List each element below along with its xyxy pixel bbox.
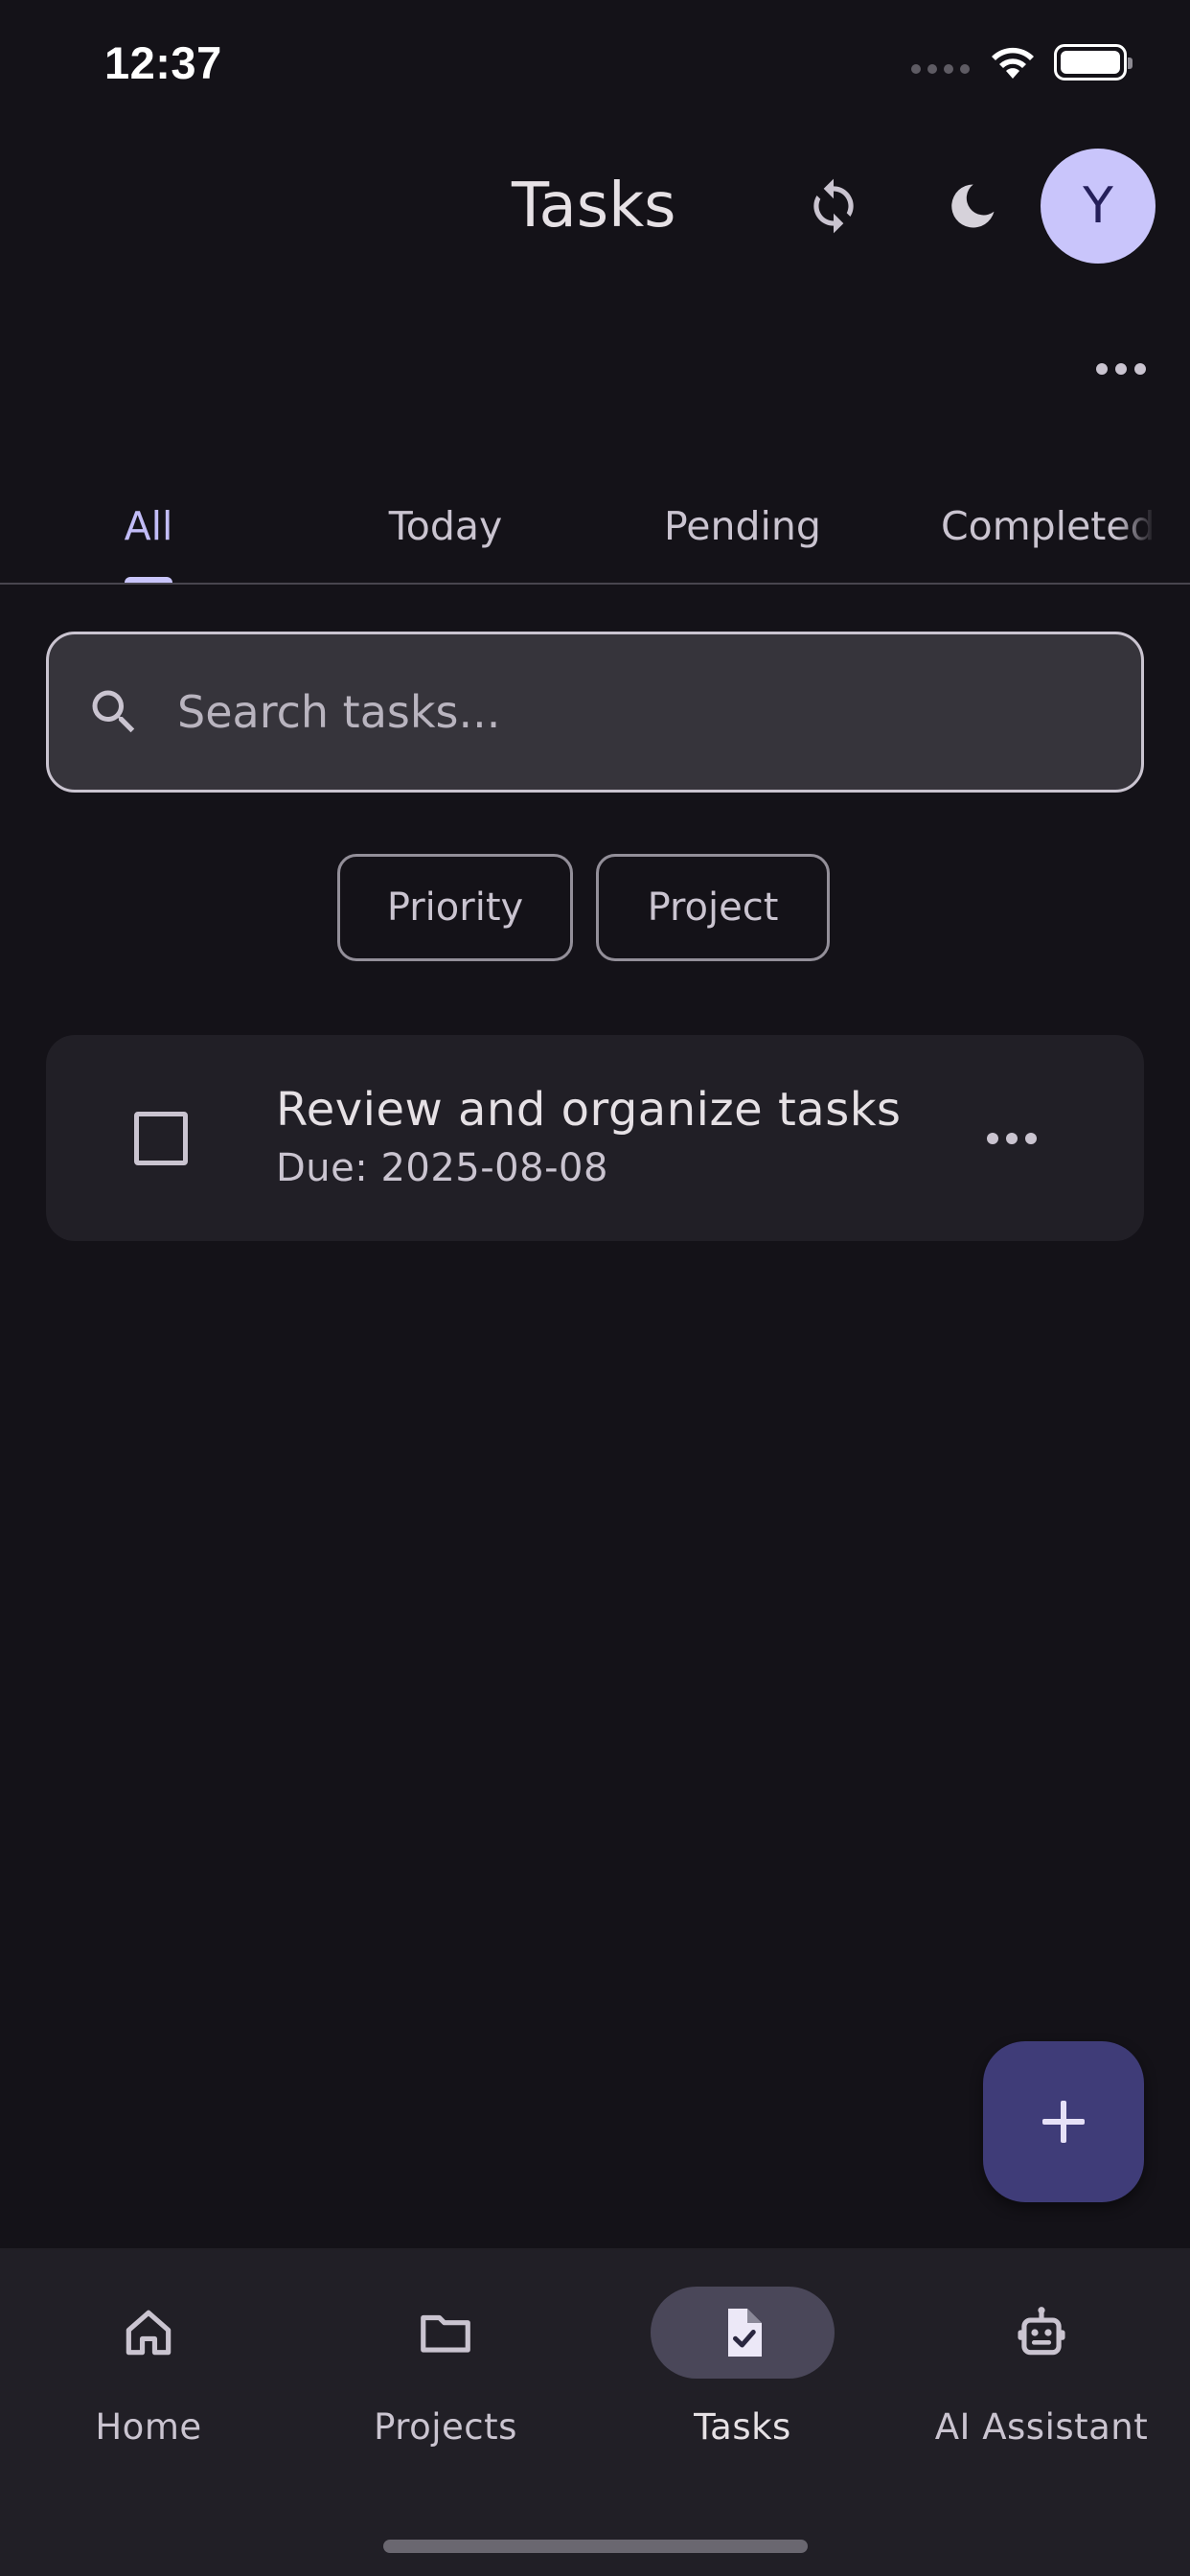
tab-bar: All Today Pending Completed (0, 470, 1190, 585)
task-due-date: Due: 2025-08-08 (276, 1146, 608, 1190)
tab-today[interactable]: Today (297, 470, 594, 583)
tasks-screen: 12:37 Tasks Y All Today Pending Complete… (0, 0, 1190, 2576)
cellular-signal-icon (911, 64, 970, 74)
nav-item-tasks[interactable]: Tasks (594, 2287, 891, 2459)
moon-icon (951, 184, 995, 228)
search-field[interactable] (46, 632, 1144, 793)
nav-item-ai-assistant[interactable]: AI Assistant (893, 2287, 1190, 2459)
status-icons (911, 44, 1133, 80)
task-checkbox[interactable] (134, 1112, 188, 1165)
filter-chip-priority[interactable]: Priority (337, 854, 573, 961)
task-title: Review and organize tasks (276, 1083, 902, 1137)
robot-icon (1018, 2307, 1065, 2356)
tab-completed[interactable]: Completed (941, 470, 1182, 583)
nav-label: Projects (374, 2406, 517, 2448)
search-icon (92, 690, 135, 733)
chip-label: Priority (386, 886, 524, 930)
nav-item-projects[interactable]: Projects (297, 2287, 594, 2459)
home-indicator (383, 2540, 808, 2553)
battery-icon (1054, 44, 1133, 80)
nav-icon-container (950, 2287, 1133, 2379)
more-options-button[interactable] (1083, 345, 1159, 393)
sync-icon (813, 178, 854, 234)
folder-icon (421, 2314, 470, 2353)
tab-label: Today (388, 503, 503, 549)
tab-label: Pending (664, 503, 821, 549)
more-horizontal-icon (1096, 363, 1146, 375)
wifi-icon (992, 47, 1034, 79)
nav-label: AI Assistant (934, 2406, 1149, 2448)
filter-chip-project[interactable]: Project (596, 854, 830, 961)
tab-pending[interactable]: Pending (594, 470, 891, 583)
page-title: Tasks (512, 171, 676, 242)
nav-label: Home (95, 2406, 202, 2448)
nav-item-home[interactable]: Home (0, 2287, 297, 2459)
nav-icon-container (354, 2287, 538, 2379)
nav-label: Tasks (694, 2406, 791, 2448)
plus-icon (1042, 2101, 1085, 2143)
chip-label: Project (647, 886, 779, 930)
search-input[interactable] (177, 686, 1040, 738)
bottom-navigation: Home Projects Tasks AI Assistant (0, 2248, 1190, 2576)
theme-toggle-button[interactable] (934, 168, 1011, 244)
more-horizontal-icon (987, 1133, 1037, 1144)
tab-active-indicator (125, 577, 172, 583)
tab-label: All (124, 503, 173, 549)
avatar[interactable]: Y (1041, 149, 1156, 264)
tab-all[interactable]: All (0, 470, 297, 583)
add-task-button[interactable] (983, 2041, 1144, 2202)
tab-label: Completed (941, 503, 1156, 549)
home-icon (126, 2310, 172, 2356)
task-more-button[interactable] (973, 1112, 1050, 1165)
status-time: 12:37 (104, 37, 222, 88)
task-card[interactable]: Review and organize tasks Due: 2025-08-0… (46, 1035, 1144, 1241)
sync-button[interactable] (795, 168, 872, 244)
task-document-icon (728, 2309, 762, 2357)
nav-icon-container (57, 2287, 240, 2379)
nav-icon-container (651, 2287, 835, 2379)
